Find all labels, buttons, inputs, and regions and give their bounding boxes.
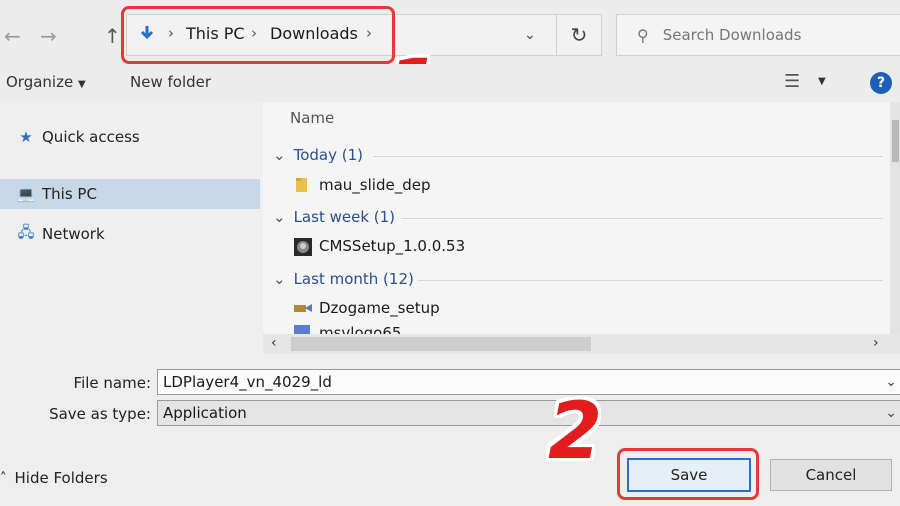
group-label: Last week (1) xyxy=(293,208,396,226)
save-as-type-select[interactable]: Application ⌄ xyxy=(157,400,900,426)
vertical-scrollbar-thumb[interactable] xyxy=(892,120,899,162)
chevron-down-icon: ⌄ xyxy=(273,270,286,288)
chevron-down-icon[interactable]: ⌄ xyxy=(885,374,897,390)
chevron-down-icon[interactable]: ⌄ xyxy=(885,405,897,421)
annotation-box-1 xyxy=(121,6,395,64)
application-icon xyxy=(293,237,312,256)
group-header-last-week[interactable]: ⌄ Last week (1) xyxy=(273,208,395,226)
scroll-left-icon[interactable]: ‹ xyxy=(271,335,277,351)
horizontal-scrollbar-thumb[interactable] xyxy=(291,337,591,351)
view-options-icon[interactable]: ☰ xyxy=(784,71,800,92)
up-arrow-icon[interactable]: ↑ xyxy=(104,24,121,48)
group-label: Today (1) xyxy=(293,146,363,164)
file-name-value: LDPlayer4_vn_4029_ld xyxy=(163,373,332,391)
group-divider xyxy=(418,280,883,281)
organize-button[interactable]: Organize ▼ xyxy=(6,73,86,91)
sidebar-item-label: This PC xyxy=(42,185,97,203)
help-button[interactable]: ? xyxy=(870,72,892,94)
file-name-input[interactable]: LDPlayer4_vn_4029_ld ⌄ xyxy=(157,369,900,395)
command-toolbar: Organize ▼ New folder ☰ ▼ ? xyxy=(0,64,900,103)
navigation-pane: ★ Quick access 💻 This PC 🖧 Network xyxy=(0,102,263,354)
group-divider xyxy=(373,156,883,157)
caret-down-icon[interactable]: ▼ xyxy=(818,76,826,87)
group-label: Last month (12) xyxy=(293,270,414,288)
star-icon: ★ xyxy=(19,128,33,146)
chevron-up-icon: ˄ xyxy=(0,470,7,486)
network-icon: 🖧 xyxy=(17,222,35,241)
list-item[interactable]: CMSSetup_1.0.0.53 xyxy=(293,237,466,256)
chevron-down-icon: ⌄ xyxy=(273,208,286,226)
annotation-number-2: 2 xyxy=(548,387,603,477)
scroll-right-icon[interactable]: › xyxy=(873,335,879,351)
cancel-button[interactable]: Cancel xyxy=(770,459,892,491)
file-list: Name ⌄ Today (1) mau_slide_dep ⌄ Last we… xyxy=(263,102,900,354)
column-header-name[interactable]: Name xyxy=(290,109,334,127)
file-name-label: File name: xyxy=(73,374,151,392)
address-bar-area: ← → ↑ › This PC › Downloads › ⌄ ↻ ⚲ Sear… xyxy=(0,0,900,128)
back-arrow-icon[interactable]: ← xyxy=(4,24,21,48)
computer-icon: 💻 xyxy=(16,185,36,203)
horizontal-scrollbar[interactable]: ‹ › xyxy=(263,334,900,354)
caret-down-icon: ▼ xyxy=(77,79,86,90)
sidebar-item-label: Network xyxy=(42,225,105,243)
forward-arrow-icon[interactable]: → xyxy=(40,24,57,48)
group-header-today[interactable]: ⌄ Today (1) xyxy=(273,146,363,164)
file-name: Dzogame_setup xyxy=(319,299,440,317)
group-divider xyxy=(401,218,883,219)
search-icon: ⚲ xyxy=(637,25,649,45)
installer-icon xyxy=(293,299,312,317)
refresh-button[interactable]: ↻ xyxy=(556,14,602,56)
list-item[interactable]: mau_slide_dep xyxy=(293,176,430,194)
search-placeholder: Search Downloads xyxy=(662,26,802,44)
sidebar-item-quick-access[interactable]: ★ Quick access xyxy=(0,122,260,152)
organize-label: Organize xyxy=(6,73,74,91)
file-name: mau_slide_dep xyxy=(319,176,431,194)
sidebar-item-label: Quick access xyxy=(42,128,140,146)
chevron-down-icon: ⌄ xyxy=(273,146,286,164)
sidebar-item-this-pc[interactable]: 💻 This PC xyxy=(0,179,260,209)
annotation-box-2 xyxy=(617,448,759,500)
file-name: CMSSetup_1.0.0.53 xyxy=(319,237,466,255)
save-as-type-value: Application xyxy=(163,404,247,422)
refresh-icon: ↻ xyxy=(570,23,588,47)
group-header-last-month[interactable]: ⌄ Last month (12) xyxy=(273,270,414,288)
hide-folders-toggle[interactable]: ˄ Hide Folders xyxy=(0,469,108,487)
chevron-down-icon[interactable]: ⌄ xyxy=(524,27,536,43)
sidebar-item-network[interactable]: 🖧 Network xyxy=(0,219,260,249)
search-input[interactable]: ⚲ Search Downloads xyxy=(616,14,900,56)
list-item[interactable]: Dzogame_setup xyxy=(293,299,440,317)
folder-icon xyxy=(293,176,311,194)
hide-folders-label: Hide Folders xyxy=(14,469,108,487)
new-folder-button[interactable]: New folder xyxy=(130,73,211,91)
save-as-type-label: Save as type: xyxy=(49,405,151,423)
